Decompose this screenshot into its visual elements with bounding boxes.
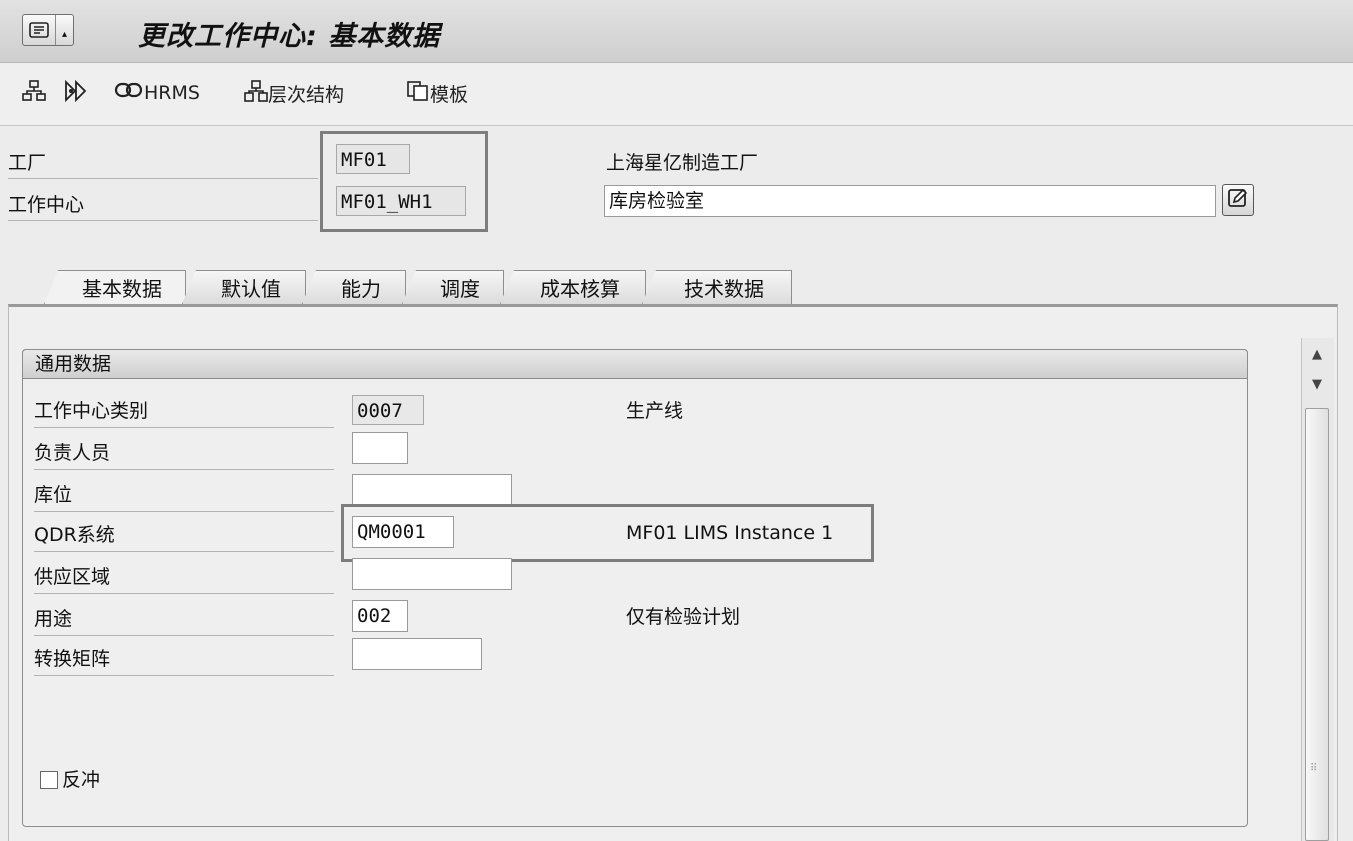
- backflush-checkbox[interactable]: [40, 771, 58, 789]
- hierarchy-button[interactable]: 层次结构: [244, 80, 344, 107]
- page-title: 更改工作中心: 基本数据: [138, 21, 441, 52]
- scroll-down-icon[interactable]: ▼: [1301, 372, 1333, 396]
- hierarchy-tree-button[interactable]: [22, 80, 46, 107]
- highlight-plant-workcenter: [320, 131, 488, 232]
- qdr-system-label: QDR系统: [34, 518, 334, 552]
- tab-capacity[interactable]: 能力: [302, 270, 406, 304]
- usage-label: 用途: [34, 602, 334, 636]
- scroll-up-icon[interactable]: ▲: [1301, 342, 1333, 366]
- link-icon: [114, 80, 144, 105]
- tab-default-values[interactable]: 默认值: [182, 270, 306, 304]
- wc-category-description: 生产线: [626, 400, 684, 422]
- tab-basic-data[interactable]: 基本数据: [44, 270, 186, 304]
- wc-category-field: 0007: [352, 395, 424, 425]
- tab-scheduling[interactable]: 调度: [402, 270, 504, 304]
- workcenter-label: 工作中心: [8, 190, 318, 221]
- person-responsible-input[interactable]: [352, 432, 408, 464]
- plant-label: 工厂: [8, 148, 318, 179]
- tab-label: 技术数据: [684, 277, 764, 301]
- supply-area-label: 供应区域: [34, 560, 334, 594]
- tab-label: 默认值: [221, 277, 281, 301]
- forward-button[interactable]: [64, 79, 92, 107]
- location-input[interactable]: [352, 474, 512, 506]
- highlight-qdr-system: [341, 504, 874, 562]
- system-menu-button[interactable]: ▴: [22, 14, 74, 46]
- tab-label: 能力: [341, 277, 381, 301]
- template-button[interactable]: 模板: [406, 80, 468, 107]
- plant-description: 上海星亿制造工厂: [606, 152, 759, 174]
- menu-icon: [23, 15, 55, 45]
- tab-label: 调度: [440, 277, 480, 301]
- edit-pencil-icon: [1227, 187, 1249, 213]
- usage-input[interactable]: 002: [352, 600, 408, 632]
- conversion-matrix-label: 转换矩阵: [34, 642, 334, 676]
- tab-label: 成本核算: [540, 277, 620, 301]
- group-title: 通用数据: [22, 349, 1248, 379]
- copy-template-icon: [406, 80, 430, 107]
- tab-label: 基本数据: [82, 277, 162, 301]
- hierarchy-label: 层次结构: [268, 84, 345, 106]
- usage-description: 仅有检验计划: [626, 606, 741, 628]
- scrollbar-thumb[interactable]: [1305, 408, 1329, 841]
- template-label: 模板: [430, 84, 469, 106]
- dropdown-arrow-icon: ▴: [55, 15, 73, 45]
- grip-icon: ⠿: [1310, 763, 1318, 774]
- supply-area-input[interactable]: [352, 558, 512, 590]
- backflush-label: 反冲: [62, 769, 101, 791]
- double-arrow-icon: [64, 79, 92, 107]
- org-structure-icon: [22, 80, 46, 107]
- person-responsible-label: 负责人员: [34, 436, 334, 470]
- wc-category-label: 工作中心类别: [34, 394, 334, 428]
- tab-costing[interactable]: 成本核算: [500, 270, 646, 304]
- application-toolbar: [0, 63, 1353, 126]
- hrms-label: HRMS: [144, 81, 200, 104]
- location-label: 库位: [34, 478, 334, 512]
- workcenter-description-input[interactable]: 库房检验室: [604, 185, 1216, 217]
- hierarchy-icon: [244, 80, 268, 107]
- tab-technical-data[interactable]: 技术数据: [642, 270, 792, 304]
- hrms-button[interactable]: HRMS: [114, 80, 200, 105]
- long-text-button[interactable]: [1222, 184, 1254, 216]
- conversion-matrix-input[interactable]: [352, 638, 482, 670]
